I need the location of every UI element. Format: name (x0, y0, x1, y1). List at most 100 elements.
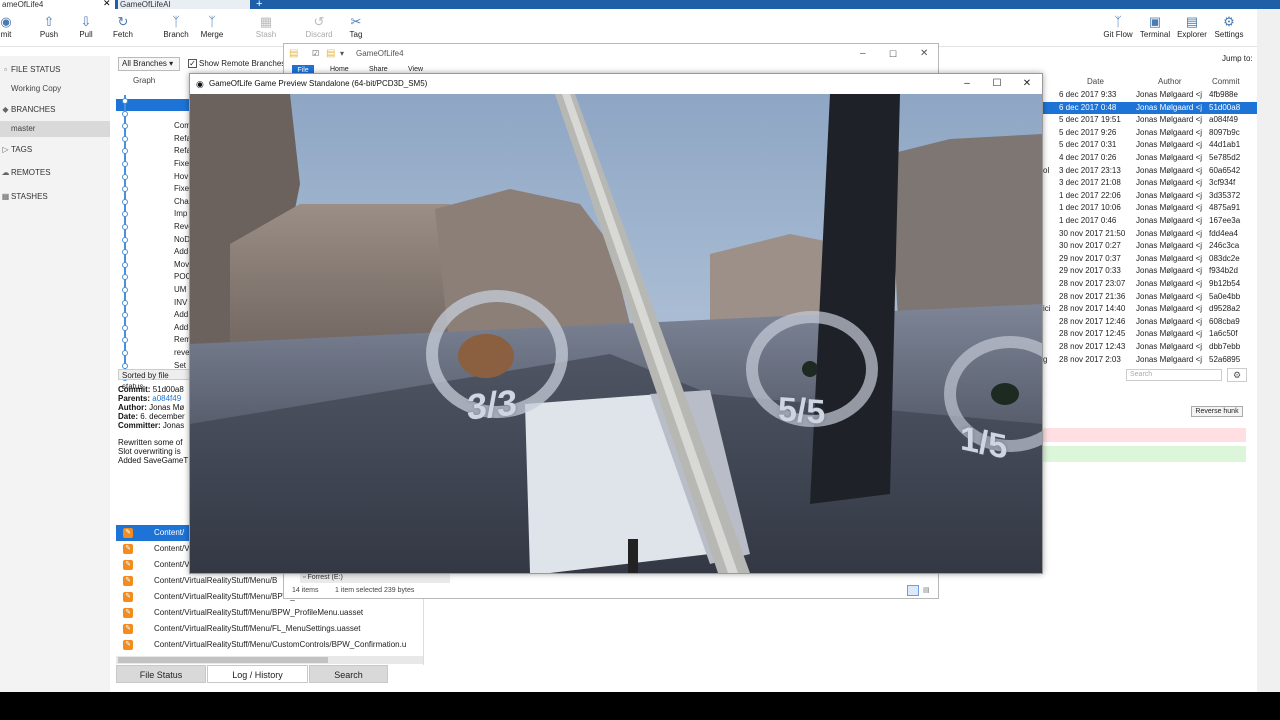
commit-row[interactable]: 28 nov 2017 23:07 Jonas Mølgaard <j 9b12b5… (1043, 278, 1257, 291)
terminal-button[interactable]: ▣ Terminal (1135, 14, 1175, 39)
commit-row-subject[interactable]: Refa (174, 133, 190, 145)
sidebar-tags[interactable]: ▷ TAGS (0, 142, 110, 158)
tag-button[interactable]: ✂ Tag (336, 14, 376, 39)
commit-row[interactable]: g 28 nov 2017 2:03 Jonas Mølgaard <j 52a689… (1043, 354, 1257, 367)
close-icon[interactable]: ✕ (920, 44, 928, 64)
explorer-button[interactable]: ▤ Explorer (1172, 14, 1212, 39)
commit-row-subject[interactable]: UM (174, 284, 190, 296)
modified-file-icon: ✎ (123, 592, 133, 602)
column-date[interactable]: Date (1087, 76, 1104, 87)
commit-row[interactable]: 3 dec 2017 21:08 Jonas Mølgaard <j 3cf934f (1043, 177, 1257, 190)
git-flow-button[interactable]: ᛉ Git Flow (1098, 14, 1138, 39)
tab-gameoflife4[interactable]: ameOfLife4 ✕ (0, 0, 115, 9)
tab-close-icon[interactable]: ✕ (103, 0, 111, 8)
diff-search-input[interactable]: Search (1126, 369, 1222, 381)
tab-log-history[interactable]: Log / History (207, 665, 308, 683)
maximize-icon[interactable]: ☐ (889, 44, 897, 64)
changed-file-row[interactable]: ✎ Content/VirtualRealityStuff/Menu/Custom… (116, 637, 416, 653)
commit-row-subject[interactable]: Mov (174, 259, 190, 271)
commit-row[interactable]: 5 dec 2017 0:31 Jonas Mølgaard <j 44d1ab1 (1043, 139, 1257, 152)
close-icon[interactable]: ✕ (1012, 74, 1042, 94)
sidebar-working-copy[interactable]: Working Copy (0, 81, 110, 97)
commit-row-subject[interactable]: Add (174, 246, 190, 258)
large-icons-view-icon[interactable]: ▤ (923, 584, 930, 598)
sidebar-file-status[interactable]: ▫ FILE STATUS (0, 62, 110, 78)
sidebar-stashes[interactable]: ▦ STASHES (0, 189, 110, 205)
commit-row-subject[interactable] (174, 108, 190, 120)
minimize-icon[interactable]: – (860, 44, 866, 64)
commit-row-subject[interactable]: POC (174, 271, 190, 283)
sidebar-remotes[interactable]: ☁ REMOTES (0, 165, 110, 181)
settings-button[interactable]: ⚙ Settings (1209, 14, 1249, 39)
commit-row-subject[interactable]: Hov (174, 171, 190, 183)
reverse-hunk-button[interactable]: Reverse hunk (1191, 406, 1243, 417)
commit-row[interactable]: 1 dec 2017 0:46 Jonas Mølgaard <j 167ee3a (1043, 215, 1257, 228)
commit-row[interactable]: 6 dec 2017 0:48 Jonas Mølgaard <j 51d00a8 (1043, 101, 1257, 115)
stash-button[interactable]: ▦ Stash (246, 14, 286, 39)
commit-row-subject[interactable]: Cha (174, 196, 190, 208)
commit-row[interactable]: 6 dec 2017 9:33 Jonas Mølgaard <j 4fb988e (1043, 89, 1257, 102)
chevron-down-icon[interactable]: ▾ (340, 44, 344, 64)
scrollbar-thumb[interactable] (118, 657, 328, 663)
push-button[interactable]: ⇧ Push (29, 14, 69, 39)
changed-file-row[interactable]: ✎ Content/VirtualRealityStuff/Menu/BPW_Pr… (116, 605, 416, 621)
sorted-by-dropdown[interactable]: Sorted by file status (118, 369, 190, 391)
commit-row[interactable]: ici 28 nov 2017 14:40 Jonas Mølgaard <j d95… (1043, 303, 1257, 316)
commit-row[interactable]: 30 nov 2017 21:50 Jonas Mølgaard <j fdd4ea… (1043, 228, 1257, 241)
sidebar-branches[interactable]: ◆ BRANCHES (0, 102, 110, 118)
commit-row[interactable]: 4 dec 2017 0:26 Jonas Mølgaard <j 5e785d2 (1043, 152, 1257, 165)
detail-commit: Commit: 51d00a8 (118, 385, 190, 394)
commit-row[interactable]: ol 3 dec 2017 23:13 Jonas Mølgaard <j 60a65… (1043, 165, 1257, 178)
commit-row[interactable]: 29 nov 2017 0:37 Jonas Mølgaard <j 083dc2e (1043, 253, 1257, 266)
commit-author: Jonas Mølgaard <j (1136, 253, 1203, 263)
tab-gameoflifeai[interactable]: GameOfLifeAI (118, 0, 250, 9)
commit-row-subject[interactable]: reve (174, 347, 190, 359)
commit-row-subject[interactable] (174, 95, 190, 107)
detail-label: Author: (118, 403, 147, 412)
commit-row[interactable]: 30 nov 2017 0:27 Jonas Mølgaard <j 246c3ca (1043, 240, 1257, 253)
pull-button[interactable]: ⇩ Pull (66, 14, 106, 39)
commit-row[interactable]: 28 nov 2017 12:45 Jonas Mølgaard <j 1a6c50… (1043, 328, 1257, 341)
files-horizontal-scrollbar[interactable] (116, 656, 423, 664)
commit-row-subject[interactable]: INV (174, 297, 190, 309)
commit-row[interactable]: 5 dec 2017 19:51 Jonas Mølgaard <j a084f49 (1043, 114, 1257, 127)
commit-row[interactable]: 1 dec 2017 10:06 Jonas Mølgaard <j 4875a91 (1043, 202, 1257, 215)
commit-row[interactable]: 29 nov 2017 0:33 Jonas Mølgaard <j f934b2d (1043, 265, 1257, 278)
commit-row-subject[interactable]: Fixe (174, 158, 190, 170)
commit-row-subject[interactable]: Fixe (174, 183, 190, 195)
commit-row-subject[interactable]: Reve (174, 221, 190, 233)
diff-options-gear-icon[interactable]: ⚙ (1227, 368, 1247, 382)
commit-row-subject[interactable]: Add (174, 309, 190, 321)
branch-button[interactable]: ᛉ Branch (156, 14, 196, 39)
all-branches-dropdown[interactable]: All Branches ▾ (118, 57, 180, 71)
commit-row-subject[interactable]: Imp (174, 208, 190, 220)
fetch-button[interactable]: ↻ Fetch (103, 14, 143, 39)
maximize-icon[interactable]: ☐ (982, 74, 1012, 94)
commit-date: 5 dec 2017 9:26 (1059, 127, 1117, 137)
commit-row[interactable]: 5 dec 2017 9:26 Jonas Mølgaard <j 8097b9c (1043, 127, 1257, 140)
drive-item[interactable]: ▫ Forrest (E:) (300, 573, 450, 583)
column-commit[interactable]: Commit (1212, 76, 1240, 87)
discard-button[interactable]: ↺ Discard (299, 14, 339, 39)
sidebar-branch-master[interactable]: master (0, 121, 110, 137)
commit-row[interactable]: 28 nov 2017 21:36 Jonas Mølgaard <j 5a0e4b… (1043, 291, 1257, 304)
commit-row-subject[interactable]: Com (174, 120, 190, 132)
changed-file-row[interactable]: ✎ Content/VirtualRealityStuff/Menu/FL_Men… (116, 621, 416, 637)
commit-row-subject[interactable]: Refa (174, 145, 190, 157)
commit-row-subject[interactable]: Add (174, 322, 190, 334)
details-view-icon[interactable] (907, 585, 919, 596)
tab-search[interactable]: Search (309, 665, 388, 683)
commit-row[interactable]: 28 nov 2017 12:46 Jonas Mølgaard <j 608cba… (1043, 316, 1257, 329)
commit-row-subject[interactable]: Rem (174, 334, 190, 346)
parent-link[interactable]: a084f49 (152, 394, 181, 403)
tab-file-status[interactable]: File Status (116, 665, 206, 683)
commit-row[interactable]: 28 nov 2017 12:43 Jonas Mølgaard <j dbb7eb… (1043, 341, 1257, 354)
merge-button[interactable]: ᛉ Merge (192, 14, 232, 39)
column-graph[interactable]: Graph (133, 76, 155, 86)
commit-button[interactable]: ◉ mit (0, 14, 26, 39)
column-author[interactable]: Author (1158, 76, 1182, 87)
minimize-icon[interactable]: – (952, 74, 982, 94)
game-viewport[interactable]: 3/3 5/5 1/5 (190, 94, 1042, 573)
commit-row[interactable]: 1 dec 2017 22:06 Jonas Mølgaard <j 3d35372 (1043, 190, 1257, 203)
commit-row-subject[interactable]: NoD (174, 234, 190, 246)
